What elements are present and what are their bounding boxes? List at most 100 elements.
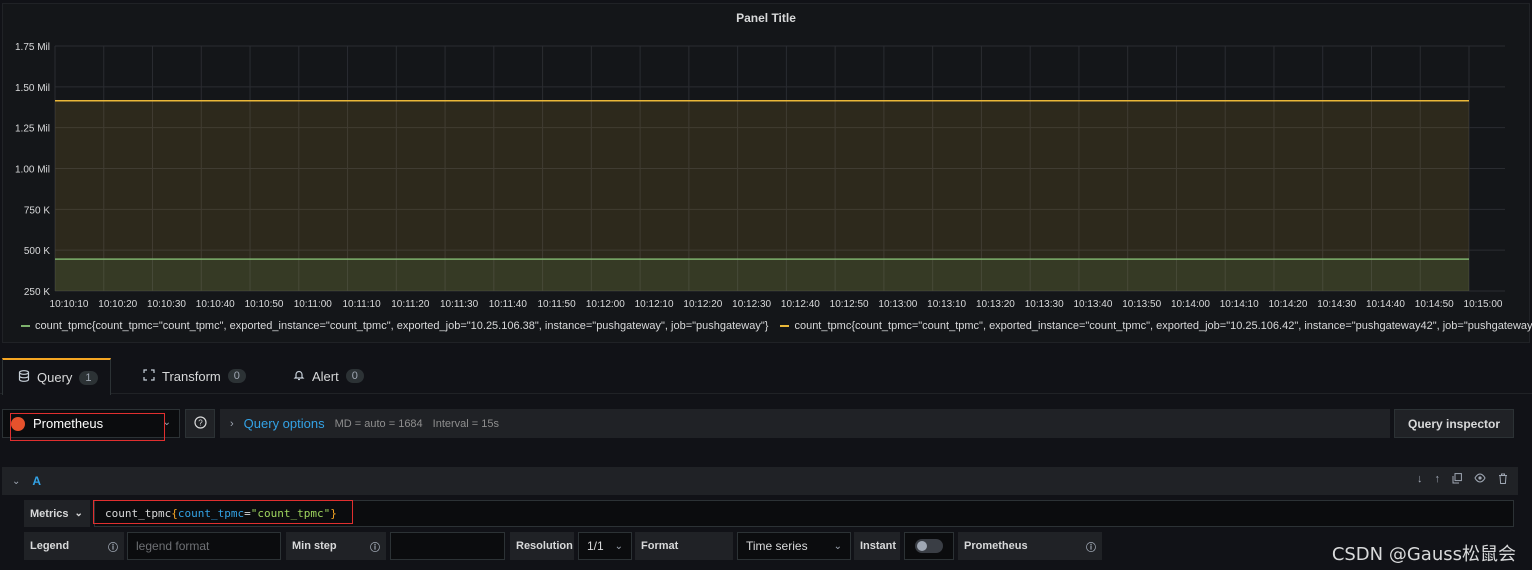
x-tick-label: 10:14:20 (1268, 299, 1307, 310)
x-tick-label: 10:12:00 (586, 299, 625, 310)
move-up-icon[interactable]: ↑ (1435, 473, 1441, 487)
max-data-points: MD = auto = 1684 (334, 417, 423, 430)
tab-count: 0 (227, 369, 246, 383)
x-tick-label: 10:10:10 (50, 299, 89, 310)
collapse-chevron-icon[interactable]: ⌄ (12, 476, 20, 487)
highlight-box (10, 413, 165, 441)
x-tick-label: 10:10:40 (196, 299, 235, 310)
chevron-down-icon: ⌄ (74, 508, 83, 519)
legend-swatch (780, 325, 790, 327)
graph-panel: 250 K 500 K 750 K 1.00 Mil 1.25 Mil 1.50 Mil 1… (2, 3, 1532, 343)
x-tick-label: 10:11:30 (440, 299, 479, 310)
y-tick-label: 1.00 Mil (15, 165, 50, 176)
tab-label: Query (37, 370, 73, 385)
x-tick-label: 10:13:40 (1073, 299, 1112, 310)
min-step-field[interactable] (399, 539, 504, 553)
resolution-value: 1/1 (587, 539, 604, 553)
y-tick-label: 1.75 Mil (15, 42, 50, 53)
tab-count: 0 (345, 369, 364, 383)
query-options-label[interactable]: Query options (244, 416, 325, 431)
y-tick-label: 250 K (24, 287, 50, 298)
trash-icon[interactable] (1498, 473, 1508, 487)
svg-text:?: ? (198, 418, 203, 427)
query-actions: ↓ ↑ (1417, 473, 1508, 487)
y-tick-label: 750 K (24, 205, 50, 216)
x-tick-label: 10:11:00 (294, 299, 333, 310)
legend-format-field[interactable] (136, 539, 280, 553)
y-tick-label: 500 K (24, 246, 50, 257)
instant-toggle[interactable] (915, 539, 943, 553)
x-tick-label: 10:14:10 (1220, 299, 1259, 310)
x-tick-label: 10:10:30 (147, 299, 186, 310)
format-select[interactable]: Time series ⌄ (737, 532, 851, 560)
x-tick-label: 10:14:40 (1366, 299, 1405, 310)
highlight-box (93, 500, 353, 524)
x-tick-label: 10:12:20 (683, 299, 722, 310)
x-tick-label: 10:12:10 (635, 299, 674, 310)
time-series-chart: 250 K 500 K 750 K 1.00 Mil 1.25 Mil 1.50 Mil 1… (15, 42, 1505, 310)
series-area (55, 259, 1469, 291)
query-ref-id: A (32, 474, 42, 488)
instant-label-box: Instant (854, 532, 900, 560)
legend-item[interactable]: count_tpmc{count_tpmc="count_tpmc", expo… (780, 320, 1532, 332)
format-value: Time series (746, 539, 808, 553)
info-icon[interactable]: ⓘ (370, 539, 380, 554)
tab-label: Transform (162, 368, 221, 384)
legend-label: count_tpmc{count_tpmc="count_tpmc", expo… (794, 320, 1532, 332)
query-options-bar[interactable]: › Query options MD = auto = 1684 Interva… (220, 409, 1390, 438)
y-tick-label: 1.25 Mil (15, 124, 50, 135)
tab-label: Alert (312, 368, 339, 384)
metrics-dropdown[interactable]: Metrics ⌄ (24, 500, 90, 527)
query-inspector-button[interactable]: Query inspector (1394, 409, 1514, 438)
legend-item[interactable]: count_tpmc{count_tpmc="count_tpmc", expo… (21, 320, 768, 332)
duplicate-icon[interactable] (1452, 473, 1462, 487)
tab-transform[interactable]: Transform 0 (128, 358, 261, 394)
help-button[interactable]: ? (185, 409, 215, 438)
legend-label-box: Legend ⓘ (24, 532, 124, 560)
query-row-header[interactable]: ⌄ A ↓ ↑ (2, 467, 1518, 495)
x-tick-label: 10:11:20 (391, 299, 430, 310)
instant-toggle-box[interactable] (904, 532, 954, 560)
tab-query[interactable]: Query 1 (2, 358, 111, 395)
question-circle-icon: ? (193, 415, 207, 432)
x-tick-label: 10:12:40 (781, 299, 820, 310)
legend-swatch (21, 325, 30, 327)
x-tick-label: 10:11:40 (489, 299, 528, 310)
transform-icon (143, 368, 155, 384)
panel-title[interactable]: Panel Title (3, 11, 1529, 25)
x-tick-label: 10:11:50 (537, 299, 576, 310)
move-down-icon[interactable]: ↓ (1417, 473, 1423, 487)
format-label-box: Format (635, 532, 733, 560)
x-tick-label: 10:13:00 (878, 299, 917, 310)
min-step-label: Min step (292, 540, 337, 552)
database-icon (18, 370, 30, 385)
resolution-label: Resolution (516, 540, 573, 552)
bell-icon (293, 369, 305, 384)
legend-label: count_tpmc{count_tpmc="count_tpmc", expo… (35, 320, 769, 332)
chevron-down-icon: ⌄ (833, 541, 842, 552)
metrics-row: Metrics ⌄ count_tpmc{count_tpmc = "count_t… (24, 500, 1514, 527)
eye-icon[interactable] (1474, 473, 1486, 487)
info-icon[interactable]: ⓘ (108, 539, 118, 554)
resolution-select[interactable]: 1/1 ⌄ (578, 532, 632, 560)
x-tick-label: 10:13:50 (1122, 299, 1161, 310)
x-tick-label: 10:12:50 (830, 299, 869, 310)
legend-format-input[interactable] (127, 532, 281, 560)
info-icon[interactable]: ⓘ (1086, 539, 1096, 554)
x-tick-label: 10:14:50 (1415, 299, 1454, 310)
x-tick-label: 10:10:20 (98, 299, 137, 310)
x-tick-label: 10:14:30 (1317, 299, 1356, 310)
x-tick-label: 10:11:10 (342, 299, 381, 310)
y-tick-label: 1.50 Mil (15, 83, 50, 94)
prometheus-option-label: Prometheus (964, 540, 1028, 552)
x-tick-label: 10:13:30 (1025, 299, 1064, 310)
legend-option-label: Legend (30, 540, 70, 552)
tab-count: 1 (79, 370, 98, 385)
min-step-input[interactable] (390, 532, 505, 560)
editor-tabs: Query 1 Transform 0 Alert 0 (0, 358, 1532, 395)
chevron-down-icon: ⌄ (614, 541, 623, 552)
tab-alert[interactable]: Alert 0 (278, 358, 379, 394)
x-tick-label: 10:13:20 (976, 299, 1015, 310)
x-tick-label: 10:12:30 (732, 299, 771, 310)
format-label: Format (641, 540, 679, 552)
